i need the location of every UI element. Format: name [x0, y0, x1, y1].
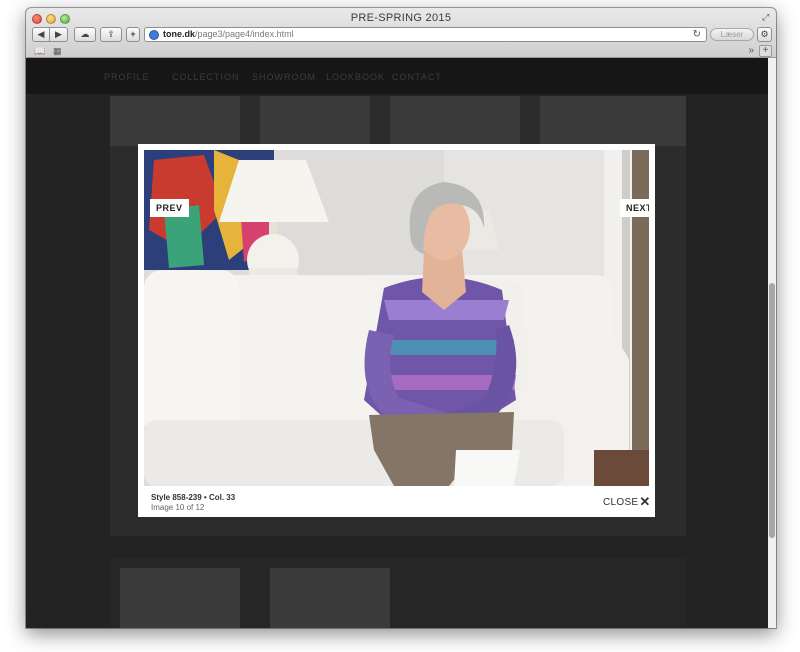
share-icon: ⇪ — [107, 29, 115, 39]
reload-icon[interactable]: ↻ — [693, 28, 701, 41]
share-button[interactable]: ⇪ — [100, 27, 122, 42]
grid-icon[interactable]: ▦ — [53, 46, 62, 57]
gallery-thumb[interactable] — [260, 96, 370, 146]
nav-item-collection[interactable]: Collection — [172, 72, 240, 82]
gallery-thumb[interactable] — [270, 568, 390, 628]
site-navigation: Profile Collection Showroom Lookbook Con… — [26, 58, 768, 94]
browser-toolbar: PRE-SPRING 2015 ⤢ ◀ ▶ ☁ ⇪ + tone.dk/page… — [26, 8, 776, 58]
new-tab-button[interactable]: + — [759, 45, 772, 57]
nav-item-lookbook[interactable]: Lookbook — [326, 72, 385, 82]
fullscreen-icon[interactable]: ⤢ — [762, 12, 772, 22]
gallery-thumb[interactable] — [390, 96, 520, 146]
gallery-thumb[interactable] — [540, 96, 686, 146]
nav-item-profile[interactable]: Profile — [104, 72, 150, 82]
gear-icon: ⚙ — [760, 29, 769, 39]
next-button[interactable]: NEXT — [620, 199, 649, 217]
close-icon: ✕ — [639, 494, 651, 509]
reader-button[interactable]: Læser — [710, 28, 754, 41]
nav-item-contact[interactable]: Contact — [392, 72, 442, 82]
forward-button[interactable]: ▶ — [50, 27, 68, 42]
add-bookmark-button[interactable]: + — [126, 27, 140, 42]
cloud-icon: ☁ — [80, 29, 90, 39]
settings-button[interactable]: ⚙ — [757, 27, 772, 42]
lightbox-photo: PREV NEXT — [144, 150, 649, 486]
globe-icon — [149, 30, 159, 40]
close-button[interactable]: CLOSE✕ — [603, 494, 651, 510]
more-bookmarks-icon[interactable]: » — [748, 45, 754, 56]
browser-window: PRE-SPRING 2015 ⤢ ◀ ▶ ☁ ⇪ + tone.dk/page… — [26, 8, 776, 628]
address-bar[interactable]: tone.dk/page3/page4/index.html ↻ — [144, 27, 707, 42]
image-counter: Image 10 of 12 — [151, 503, 205, 512]
gallery-thumb[interactable] — [110, 96, 240, 146]
book-icon[interactable]: 📖 — [34, 46, 45, 57]
prev-button[interactable]: PREV — [150, 199, 189, 217]
photo-illustration — [144, 150, 649, 486]
url-path: /page3/page4/index.html — [195, 29, 294, 39]
caption-style: Style 858-239 • Col. 33 — [151, 493, 236, 502]
scroll-thumb[interactable] — [769, 283, 775, 538]
back-button[interactable]: ◀ — [32, 27, 50, 42]
gallery-thumb[interactable] — [120, 568, 240, 628]
icloud-tabs-button[interactable]: ☁ — [74, 27, 96, 42]
gallery-bottom-row — [110, 558, 686, 628]
lightbox-modal: PREV NEXT Style 858-239 • Col. 33 Image … — [138, 144, 655, 517]
nav-item-showroom[interactable]: Showroom — [252, 72, 316, 82]
window-title: PRE-SPRING 2015 — [350, 12, 452, 24]
page-scrollbar[interactable] — [768, 58, 776, 628]
close-label: CLOSE — [603, 497, 639, 508]
url-host: tone.dk — [163, 29, 196, 39]
